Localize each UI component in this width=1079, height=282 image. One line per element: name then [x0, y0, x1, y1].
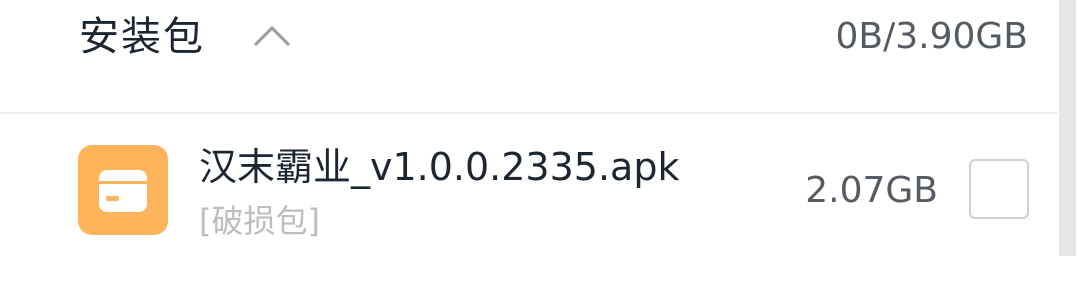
package-icon	[78, 145, 168, 235]
file-name: 汉末霸业_v1.0.0.2335.apk	[199, 145, 680, 189]
section-header[interactable]: 安装包 0B/3.90GB	[0, 0, 1058, 112]
scrollbar[interactable]	[1058, 0, 1079, 282]
installer-packages-page: 安装包 0B/3.90GB 汉末霸业_v1.0.0.2335.apk [破损包]…	[0, 0, 1079, 282]
section-total-size: 0B/3.90GB	[835, 16, 1028, 57]
file-size: 2.07GB	[805, 170, 938, 211]
file-status-label: [破损包]	[199, 202, 320, 240]
chevron-up-icon[interactable]	[250, 18, 294, 54]
scrollbar-thumb[interactable]	[1059, 0, 1076, 256]
file-list-item[interactable]: 汉末霸业_v1.0.0.2335.apk [破损包] 2.07GB	[0, 114, 1058, 282]
section-title: 安装包	[79, 14, 205, 60]
select-checkbox[interactable]	[969, 159, 1029, 219]
